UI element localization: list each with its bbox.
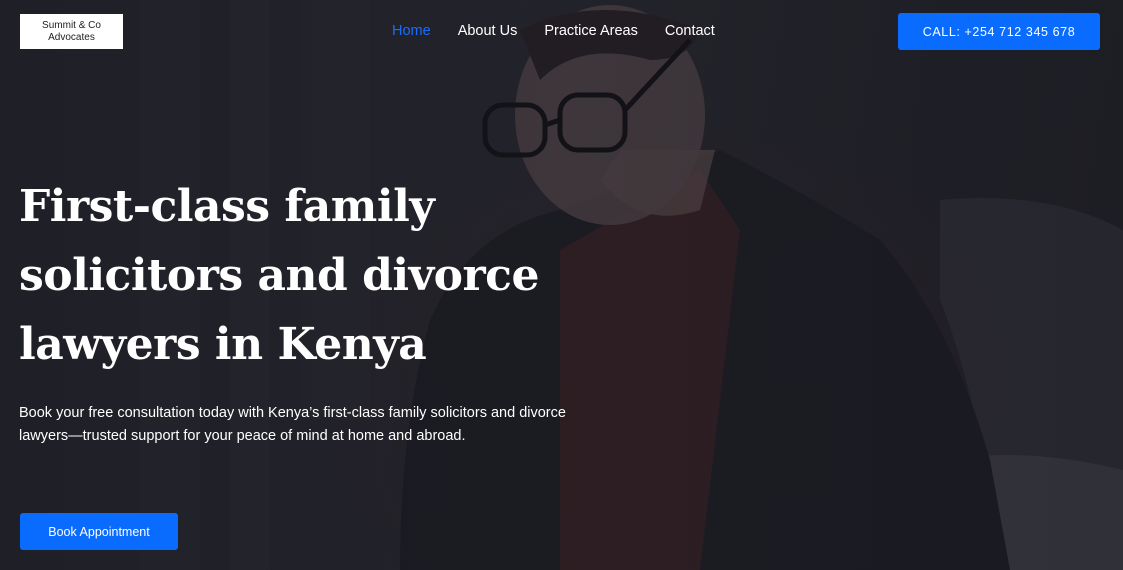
hero-subtext: Book your free consultation today with K… [19, 405, 566, 444]
book-appointment-button[interactable]: Book Appointment [20, 513, 178, 550]
nav-item-home[interactable]: Home [392, 22, 431, 40]
logo-line1: Summit & Co [42, 19, 101, 31]
nav-item-contact[interactable]: Contact [665, 22, 715, 40]
call-button[interactable]: CALL: +254 712 345 678 [898, 13, 1100, 50]
nav-item-practice-areas[interactable]: Practice Areas [544, 22, 638, 40]
logo[interactable]: Summit & Co Advocates [20, 14, 123, 49]
logo-line2: Advocates [48, 31, 95, 43]
main-nav: Home About Us Practice Areas Contact [392, 22, 715, 40]
hero-headline: First-class family solicitors and divorc… [19, 181, 539, 370]
nav-item-about-us[interactable]: About Us [458, 22, 518, 40]
